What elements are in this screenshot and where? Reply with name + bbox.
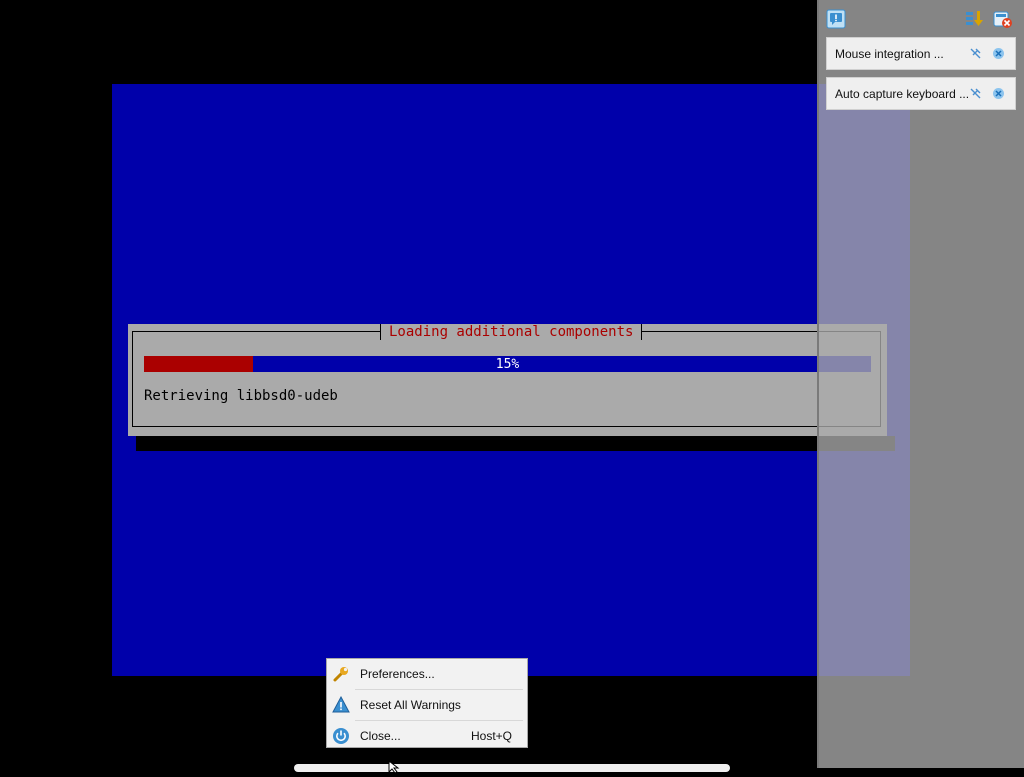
installer-dialog: Loading additional components 15% Retrie… <box>128 324 887 436</box>
status-text: Retrieving libbsd0-udeb <box>144 388 338 404</box>
progress-percentage: 15% <box>495 357 520 372</box>
menu-separator <box>355 720 523 721</box>
menu-item-preferences[interactable]: Preferences... <box>327 660 527 688</box>
power-icon <box>332 727 350 745</box>
wrench-icon <box>332 665 350 683</box>
close-icon[interactable] <box>992 87 1005 100</box>
notification-auto-capture-keyboard[interactable]: Auto capture keyboard ... <box>826 77 1016 110</box>
context-menu: Preferences... Reset All Warnings Close.… <box>326 658 528 748</box>
menu-item-label: Reset All Warnings <box>360 698 461 712</box>
collapse-icon[interactable] <box>964 9 984 29</box>
notification-mouse-integration[interactable]: Mouse integration ... <box>826 37 1016 70</box>
dialog-shadow <box>136 436 895 451</box>
close-all-icon[interactable] <box>993 9 1013 29</box>
menu-item-reset-all-warnings[interactable]: Reset All Warnings <box>327 691 527 719</box>
mouse-cursor-icon <box>388 758 400 774</box>
notification-center: Mouse integration ... Auto capture keybo… <box>817 0 1024 768</box>
pin-icon[interactable] <box>969 87 982 100</box>
dialog-title: Loading additional components <box>380 324 643 340</box>
dialog-frame <box>132 331 881 427</box>
message-icon[interactable] <box>826 9 846 29</box>
menu-item-shortcut: Host+Q <box>471 729 513 743</box>
mini-toolbar[interactable] <box>294 764 730 772</box>
notification-text: Auto capture keyboard ... <box>835 87 970 101</box>
pin-icon[interactable] <box>969 47 982 60</box>
menu-item-label: Preferences... <box>360 667 435 681</box>
menu-item-close[interactable]: Close... Host+Q <box>327 722 527 750</box>
notification-text: Mouse integration ... <box>835 47 944 61</box>
menu-item-label: Close... <box>360 729 401 743</box>
warning-icon <box>332 695 350 714</box>
menu-separator <box>355 689 523 690</box>
progress-bar: 15% <box>144 356 871 372</box>
close-icon[interactable] <box>992 47 1005 60</box>
